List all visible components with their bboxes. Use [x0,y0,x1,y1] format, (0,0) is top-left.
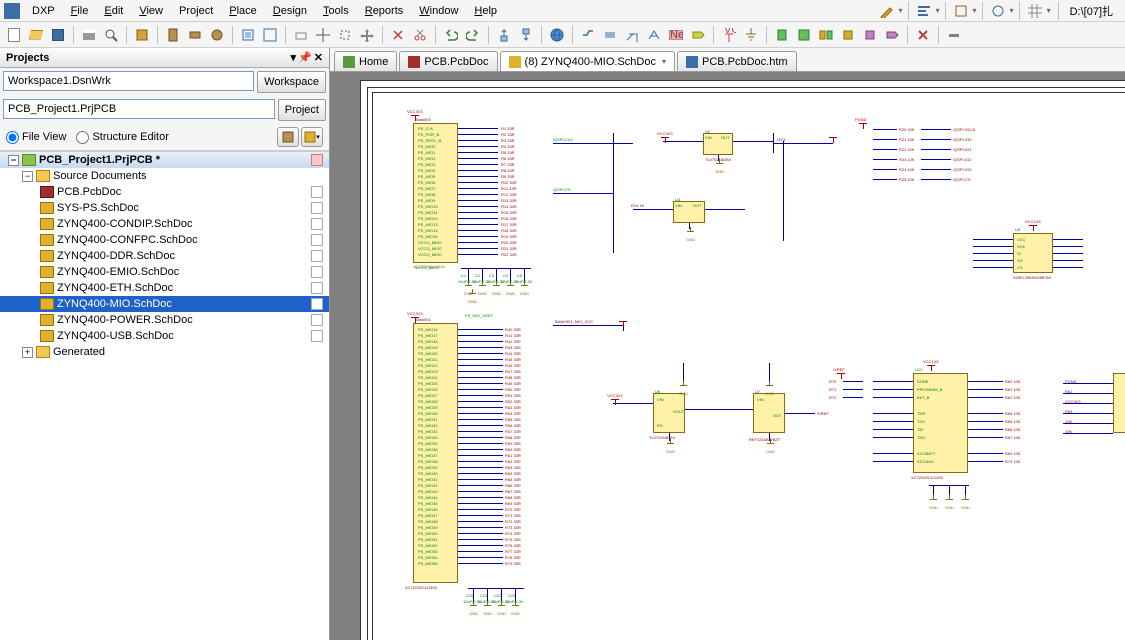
noer-button[interactable] [913,25,933,45]
tool-draw-icon[interactable] [877,1,897,21]
tab-pcb[interactable]: PCB.PcbDoc [399,51,497,71]
redo-button[interactable] [463,25,483,45]
menu-file[interactable]: File [63,3,97,19]
schematic-component[interactable] [1113,373,1125,433]
project-button[interactable]: Project [278,99,326,121]
tab-home[interactable]: Home [334,51,397,71]
dim-button[interactable] [944,25,964,45]
svg-text:Net: Net [670,30,683,40]
open-button[interactable] [26,25,46,45]
project-tree[interactable]: − PCB_Project1.PrjPCB * − Source Documen… [0,151,329,640]
menu-reports[interactable]: Reports [357,3,412,19]
structure-radio[interactable]: Structure Editor [76,131,168,144]
tree-source-docs[interactable]: − Source Documents [0,168,329,184]
new-button[interactable] [4,25,24,45]
menu-design[interactable]: Design [265,3,315,19]
part-button[interactable] [772,25,792,45]
port-button[interactable] [688,25,708,45]
harness2-button[interactable] [882,25,902,45]
device-button[interactable] [838,25,858,45]
tree-item[interactable]: ZYNQ400-EMIO.SchDoc [0,264,329,280]
menu-right-tools: ▾ ▾ ▾ ▾ ▾ [877,1,1055,21]
tree-item[interactable]: ZYNQ400-CONFPC.SchDoc [0,232,329,248]
panel-title: Projects ▾ 📌 ✕ [0,48,329,68]
menu-help[interactable]: Help [466,3,505,19]
undo-button[interactable] [441,25,461,45]
menu-tools[interactable]: Tools [315,3,357,19]
menu-place[interactable]: Place [221,3,265,19]
browser-button[interactable] [547,25,567,45]
panel-pin-icon[interactable]: 📌 [298,51,312,64]
editor-area: HomePCB.PcbDoc(8) ZYNQ400-MIO.SchDoc▾PCB… [330,48,1125,640]
tab-sch[interactable]: (8) ZYNQ400-MIO.SchDoc▾ [500,51,675,71]
hier-up-button[interactable] [494,25,514,45]
harness-button[interactable] [860,25,880,45]
workspace-input[interactable] [3,71,254,91]
cut-button[interactable] [291,25,311,45]
bus-button[interactable] [600,25,620,45]
cut2-button[interactable] [410,25,430,45]
tree-item[interactable]: ZYNQ400-CONDIP.SchDoc [0,216,329,232]
hier-down-button[interactable] [516,25,536,45]
menu-view[interactable]: View [131,3,171,19]
print-button[interactable] [79,25,99,45]
select-button[interactable] [335,25,355,45]
wire-button[interactable] [578,25,598,45]
move-button[interactable] [357,25,377,45]
menu-window[interactable]: Window [411,3,466,19]
comp1-button[interactable] [163,25,183,45]
tree-item[interactable]: ZYNQ400-MIO.SchDoc [0,296,329,312]
netbox-button[interactable]: Net [666,25,686,45]
tree-item[interactable]: PCB.PcbDoc [0,184,329,200]
menu-project[interactable]: Project [171,3,221,19]
panel-menu-icon[interactable]: ▾ [291,51,297,64]
tree-item[interactable]: ZYNQ400-ETH.SchDoc [0,280,329,296]
panel-ic1-icon[interactable] [277,127,299,147]
tab-htm[interactable]: PCB.PcbDoc.htm [677,51,797,71]
busent-button[interactable] [622,25,642,45]
comp2-button[interactable] [185,25,205,45]
cutx-button[interactable] [388,25,408,45]
tool-layer-icon[interactable] [951,1,971,21]
lib-button[interactable] [132,25,152,45]
panel-close-icon[interactable]: ✕ [314,51,323,64]
gnd-button[interactable] [741,25,761,45]
save-button[interactable] [48,25,68,45]
menu-bar: DXP File Edit View Project Place Design … [0,0,1125,22]
zoom-button[interactable] [238,25,258,45]
svg-text:VCC: VCC [724,28,736,36]
tree-project-root[interactable]: − PCB_Project1.PrjPCB * [0,152,329,168]
project-input[interactable] [3,99,275,119]
tree-generated[interactable]: + Generated [0,344,329,360]
sheetent-button[interactable] [816,25,836,45]
fit-button[interactable] [260,25,280,45]
tool-grid-icon[interactable] [1025,1,1045,21]
menu-dxp[interactable]: DXP [24,3,63,19]
tree-item[interactable]: ZYNQ400-USB.SchDoc [0,328,329,344]
tree-item[interactable]: SYS-PS.SchDoc [0,200,329,216]
sheet-button[interactable] [794,25,814,45]
schematic-canvas[interactable]: XC7Z020CLG400Bank500VCCO_MIO0PS_CLKR1 33… [330,72,1125,640]
vcc-button[interactable]: VCC [719,25,739,45]
preview-button[interactable] [101,25,121,45]
panel-ic2-icon[interactable]: ▾ [301,127,323,147]
tool-net-icon[interactable] [988,1,1008,21]
cross-button[interactable] [313,25,333,45]
tree-item[interactable]: ZYNQ400-DDR.SchDoc [0,248,329,264]
main-toolbar: Net VCC [0,22,1125,48]
netlabel-button[interactable] [644,25,664,45]
document-tabs: HomePCB.PcbDoc(8) ZYNQ400-MIO.SchDoc▾PCB… [330,48,1125,72]
app-logo-icon [4,3,20,19]
workspace-button[interactable]: Workspace [257,71,326,93]
fileview-radio[interactable]: File View [6,131,66,144]
path-display: D:\[07]扎 [1062,3,1121,19]
tree-item[interactable]: ZYNQ400-POWER.SchDoc [0,312,329,328]
tool-align-icon[interactable] [914,1,934,21]
menu-edit[interactable]: Edit [96,3,131,19]
comp3-button[interactable] [207,25,227,45]
projects-panel: Projects ▾ 📌 ✕ Workspace Project File Vi… [0,48,330,640]
